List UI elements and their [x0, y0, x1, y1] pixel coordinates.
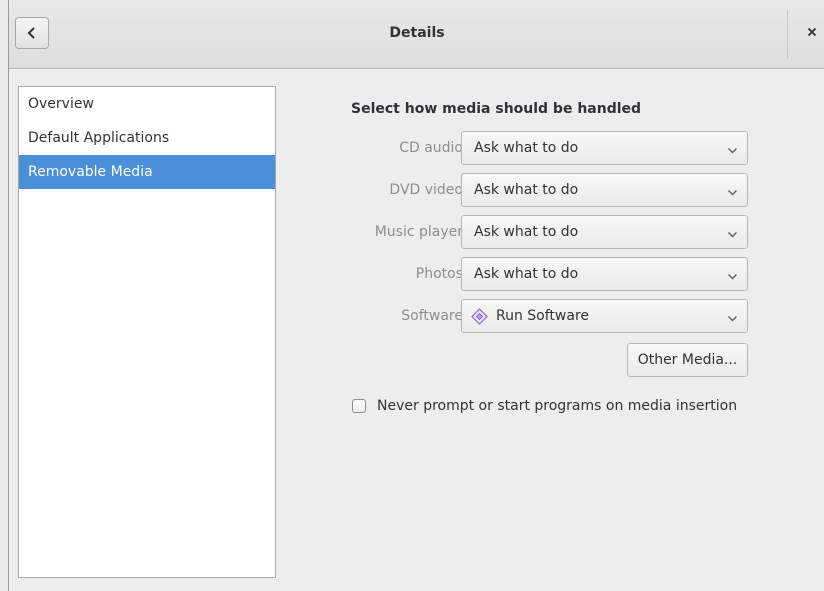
cd-audio-label: CD audio [399, 140, 463, 156]
photos-dropdown[interactable]: Ask what to do [461, 257, 748, 291]
never-prompt-row: Never prompt or start programs on media … [352, 395, 737, 417]
photos-label: Photos [415, 266, 463, 282]
never-prompt-checkbox[interactable] [352, 399, 366, 413]
software-icon [471, 308, 488, 329]
sidebar-item-overview[interactable]: Overview [19, 87, 275, 121]
music-player-value: Ask what to do [474, 224, 579, 240]
chevron-down-icon [727, 311, 738, 327]
media-row-cd-audio: CD audio Ask what to do [340, 131, 748, 165]
media-row-music-player: Music player Ask what to do [340, 215, 748, 249]
chevron-down-icon [727, 185, 738, 201]
dvd-video-dropdown[interactable]: Ask what to do [461, 173, 748, 207]
sidebar-item-removable-media[interactable]: Removable Media [19, 155, 275, 189]
chevron-down-icon [727, 143, 738, 159]
close-icon [807, 25, 817, 41]
dvd-video-value: Ask what to do [474, 182, 579, 198]
software-label: Software [401, 308, 463, 324]
photos-value: Ask what to do [474, 266, 579, 282]
media-row-software: Software Run Software [340, 299, 748, 333]
sidebar: Overview Default Applications Removable … [18, 86, 276, 578]
music-player-label: Music player [374, 224, 463, 240]
music-player-dropdown[interactable]: Ask what to do [461, 215, 748, 249]
media-row-dvd-video: DVD video Ask what to do [340, 173, 748, 207]
window-title: Details [389, 25, 445, 41]
chevron-down-icon [727, 227, 738, 243]
chevron-down-icon [727, 269, 738, 285]
software-value: Run Software [496, 308, 590, 324]
never-prompt-label[interactable]: Never prompt or start programs on media … [377, 398, 737, 414]
section-heading: Select how media should be handled [351, 101, 642, 117]
software-dropdown[interactable]: Run Software [461, 299, 748, 333]
dvd-video-label: DVD video [389, 182, 463, 198]
header-bar: Details [9, 0, 824, 69]
close-button[interactable] [799, 20, 824, 46]
header-separator [787, 10, 788, 59]
cd-audio-value: Ask what to do [474, 140, 579, 156]
other-media-button[interactable]: Other Media... [627, 343, 748, 377]
sidebar-item-default-applications[interactable]: Default Applications [19, 121, 275, 155]
media-row-photos: Photos Ask what to do [340, 257, 748, 291]
cd-audio-dropdown[interactable]: Ask what to do [461, 131, 748, 165]
